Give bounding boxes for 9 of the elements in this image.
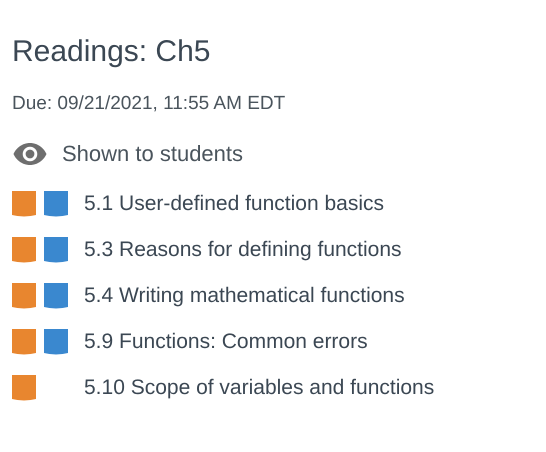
section-link[interactable]: 5.10 Scope of variables and functions: [84, 374, 434, 402]
section-link[interactable]: 5.1 User-defined function basics: [84, 190, 384, 218]
visibility-label: Shown to students: [62, 140, 244, 168]
section-link[interactable]: 5.3 Reasons for defining functions: [84, 236, 402, 264]
section-link[interactable]: 5.9 Functions: Common errors: [84, 328, 368, 356]
section-link[interactable]: 5.4 Writing mathematical functions: [84, 282, 405, 310]
assignment-title: Readings: Ch5: [12, 34, 212, 70]
eye-icon: [12, 143, 48, 165]
due-date: Due: 09/21/2021, 11:55 AM EDT: [12, 92, 286, 116]
